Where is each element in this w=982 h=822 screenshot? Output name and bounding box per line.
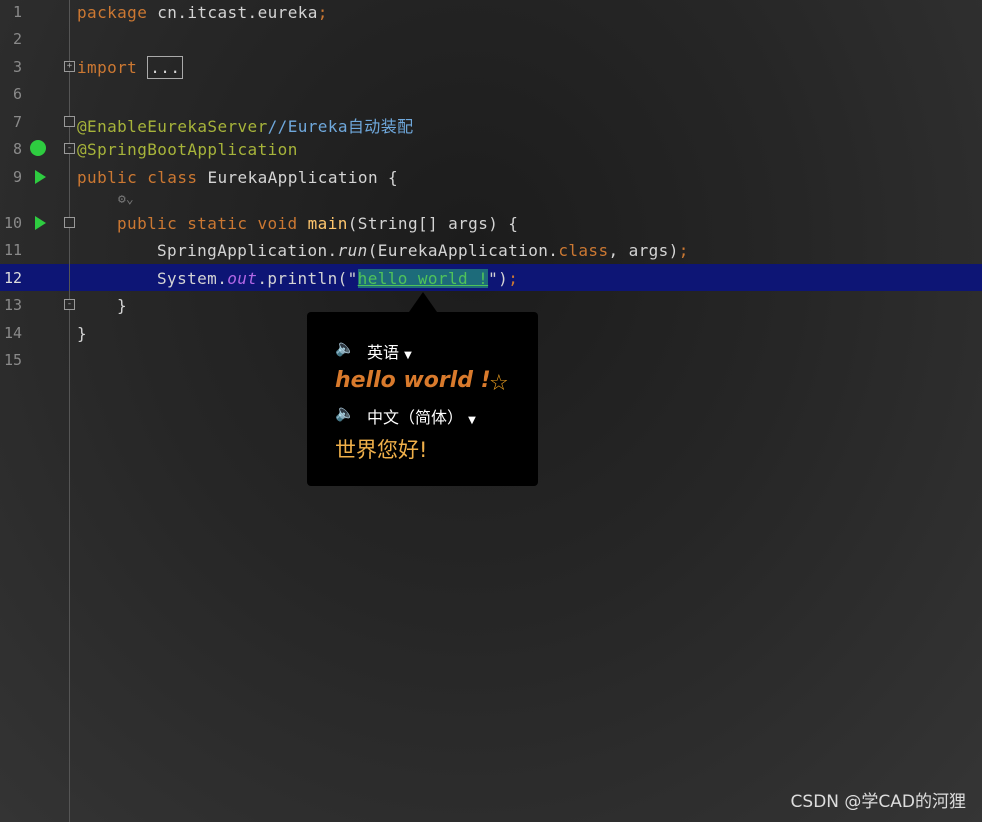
code-text: SpringApplication. — [157, 241, 338, 260]
line-number: 15 — [3, 351, 22, 369]
translated-text: 世界您好! — [335, 438, 428, 462]
code-text: out — [227, 269, 258, 288]
keyword: import — [77, 58, 138, 77]
source-text: hello world ! — [335, 368, 491, 393]
run-icon[interactable] — [35, 170, 46, 184]
popup-arrow — [409, 292, 437, 312]
line-number: 1 — [12, 3, 22, 21]
code-text: (String[] args) { — [347, 214, 519, 233]
method-name: main — [297, 214, 348, 233]
code-text: ; — [317, 3, 328, 22]
line-number: 2 — [12, 30, 22, 48]
code-line[interactable]: @SpringBootApplication — [77, 140, 298, 159]
folded-imports[interactable]: ... — [147, 56, 184, 79]
source-language-dropdown[interactable]: 英语 ▼ — [367, 339, 412, 363]
annotation: @EnableEurekaServer — [77, 117, 268, 136]
fold-icon[interactable] — [64, 116, 75, 127]
code-text: (EurekaApplication. — [367, 241, 559, 260]
code-line[interactable]: } — [117, 296, 127, 315]
line-number: 14 — [3, 324, 22, 342]
line-number: 11 — [3, 241, 22, 259]
speaker-icon[interactable]: 🔈 — [335, 338, 355, 357]
line-number: 8 — [12, 140, 22, 158]
code-text: EurekaApplication { — [197, 168, 399, 187]
caret-down-icon: ▼ — [404, 350, 412, 361]
code-line[interactable]: package cn.itcast.eureka; — [77, 3, 328, 22]
code-line[interactable]: import ... — [77, 56, 184, 79]
watermark: CSDN @学CAD的河狸 — [790, 792, 966, 812]
fold-icon[interactable]: - — [64, 143, 75, 154]
code-text: cn.itcast.eureka — [147, 3, 318, 22]
code-text: System. — [157, 269, 228, 288]
code-text: , args) — [608, 241, 679, 260]
spring-bean-icon[interactable] — [30, 140, 46, 156]
inlay-hint-icon[interactable]: ⚙⌄ — [118, 192, 134, 207]
code-text: .println(" — [257, 269, 358, 288]
run-icon[interactable] — [35, 216, 46, 230]
code-editor: 1 2 3 6 7 8 9 10 11 12 13 14 15 + - - pa… — [0, 0, 982, 822]
code-line[interactable]: System.out.println("hello world !"); — [157, 269, 518, 288]
star-icon[interactable]: ☆ — [489, 371, 509, 396]
source-language: 英语 — [367, 343, 400, 362]
line-number: 9 — [12, 168, 22, 186]
keyword: class — [558, 241, 609, 260]
line-number: 7 — [12, 113, 22, 131]
fold-icon[interactable] — [64, 217, 75, 228]
fold-expand-icon[interactable]: + — [64, 61, 75, 72]
annotation: @SpringBootApplication — [77, 140, 298, 159]
code-text: ; — [508, 269, 519, 288]
code-text: run — [337, 241, 368, 260]
target-language-dropdown[interactable]: 中文（简体） ▼ — [367, 404, 476, 428]
line-number: 13 — [3, 296, 22, 314]
line-number: 3 — [12, 58, 22, 76]
line-number: 10 — [3, 214, 22, 232]
code-line[interactable]: public static void main(String[] args) { — [117, 214, 518, 233]
keyword: package — [77, 3, 148, 22]
line-number: 6 — [12, 85, 22, 103]
code-line[interactable]: SpringApplication.run(EurekaApplication.… — [157, 241, 689, 260]
target-language: 中文（简体） — [367, 408, 464, 427]
line-number: 12 — [3, 269, 22, 287]
code-line[interactable]: } — [77, 324, 87, 343]
caret-down-icon: ▼ — [468, 415, 476, 426]
code-text: ; — [678, 241, 689, 260]
selected-string[interactable]: hello world ! — [357, 269, 489, 288]
code-line[interactable]: @EnableEurekaServer//Eureka自动装配 — [77, 113, 414, 137]
keyword: public class — [77, 168, 198, 187]
code-line[interactable]: public class EurekaApplication { — [77, 168, 398, 187]
fold-icon[interactable]: - — [64, 299, 75, 310]
translation-popup: 🔈 英语 ▼ hello world ! ☆ 🔈 中文（简体） ▼ 世界您好! — [307, 312, 538, 486]
speaker-icon[interactable]: 🔈 — [335, 403, 355, 422]
keyword: public static void — [117, 214, 298, 233]
code-text: ") — [488, 269, 509, 288]
comment: //Eureka自动装配 — [267, 117, 414, 136]
